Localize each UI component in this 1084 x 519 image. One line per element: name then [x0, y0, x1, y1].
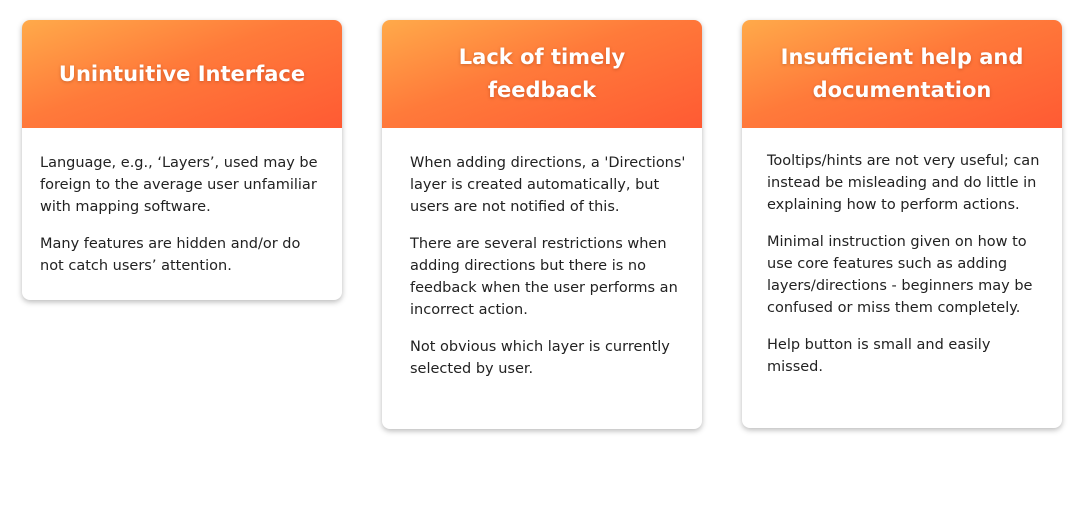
card-title: Unintuitive Interface [58, 61, 306, 86]
issue-card-lack-of-feedback: Lack of timely feedback When adding dire… [382, 20, 702, 429]
card-body: When adding directions, a 'Directions' l… [382, 128, 702, 400]
card-title: Insufficient help and documentation [780, 45, 1024, 102]
card-title: Lack of timely feedback [458, 45, 626, 102]
card-paragraph: Help button is small and easily missed. [767, 337, 991, 375]
issue-card-unintuitive-interface: Unintuitive Interface Language, e.g., ‘L… [22, 20, 342, 300]
card-header: Unintuitive Interface [22, 20, 342, 128]
card-header: Insufficient help and documentation [742, 20, 1062, 128]
card-paragraph: Tooltips/hints are not very useful; can … [767, 153, 1040, 213]
issue-card-insufficient-help: Insufficient help and documentation Tool… [742, 20, 1062, 428]
card-body: Tooltips/hints are not very useful; can … [742, 128, 1062, 398]
card-paragraph: Many features are hidden and/or do not c… [40, 236, 301, 274]
card-body: Language, e.g., ‘Layers’, used may be fo… [22, 128, 342, 297]
card-paragraph: There are several restrictions when addi… [410, 236, 678, 318]
card-header: Lack of timely feedback [382, 20, 702, 128]
card-paragraph: Minimal instruction given on how to use … [767, 234, 1033, 316]
card-paragraph: Language, e.g., ‘Layers’, used may be fo… [40, 155, 318, 215]
card-paragraph: When adding directions, a 'Directions' l… [410, 155, 686, 215]
card-paragraph: Not obvious which layer is currently sel… [410, 339, 670, 377]
